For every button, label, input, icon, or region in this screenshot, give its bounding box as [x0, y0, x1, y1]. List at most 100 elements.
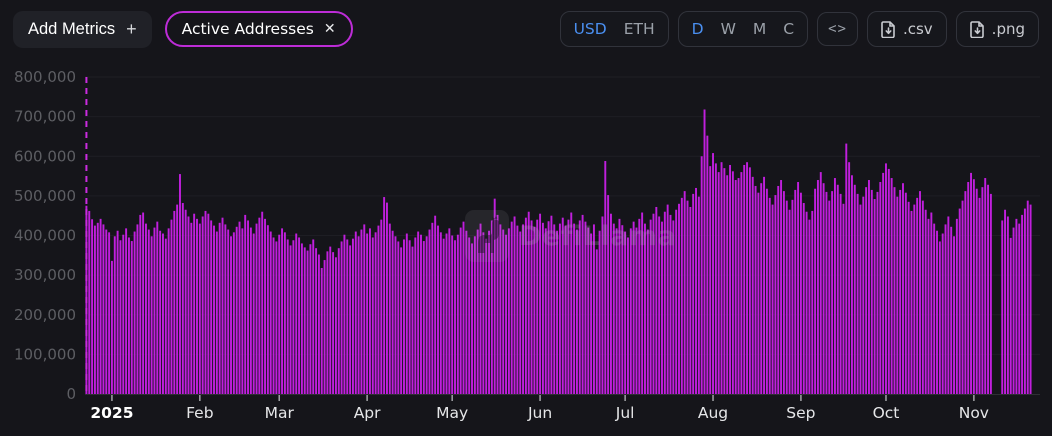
bar[interactable]	[463, 222, 465, 394]
bar[interactable]	[446, 234, 448, 394]
bar[interactable]	[358, 236, 360, 394]
bar[interactable]	[315, 248, 317, 394]
bar[interactable]	[862, 197, 864, 394]
bar[interactable]	[460, 228, 462, 394]
bar[interactable]	[122, 235, 124, 394]
interval-monthly-button[interactable]: M	[753, 20, 766, 38]
currency-usd-button[interactable]: USD	[574, 20, 607, 38]
embed-button[interactable]: <>	[817, 12, 858, 46]
bar[interactable]	[587, 228, 589, 394]
bar[interactable]	[159, 231, 161, 394]
bar[interactable]	[834, 178, 836, 394]
bar[interactable]	[803, 203, 805, 394]
bar[interactable]	[584, 222, 586, 394]
bar[interactable]	[474, 236, 476, 394]
bar[interactable]	[423, 241, 425, 394]
bar[interactable]	[752, 177, 754, 394]
bar[interactable]	[658, 216, 660, 394]
bar[interactable]	[471, 243, 473, 394]
currency-eth-button[interactable]: ETH	[624, 20, 655, 38]
bar[interactable]	[139, 215, 141, 394]
bar[interactable]	[811, 211, 813, 394]
bar[interactable]	[219, 223, 221, 394]
bar[interactable]	[987, 185, 989, 394]
bar[interactable]	[380, 220, 382, 394]
bar[interactable]	[531, 220, 533, 394]
bar[interactable]	[395, 236, 397, 394]
bar[interactable]	[477, 230, 479, 394]
bar[interactable]	[925, 210, 927, 394]
bar[interactable]	[230, 236, 232, 394]
bar[interactable]	[227, 230, 229, 394]
bar[interactable]	[823, 183, 825, 394]
bar[interactable]	[494, 199, 496, 394]
bar[interactable]	[363, 224, 365, 394]
bar[interactable]	[780, 180, 782, 394]
bar[interactable]	[919, 191, 921, 394]
bar[interactable]	[213, 226, 215, 394]
bar[interactable]	[618, 219, 620, 394]
bar[interactable]	[959, 209, 961, 394]
bar[interactable]	[284, 232, 286, 394]
bar[interactable]	[738, 178, 740, 394]
bar[interactable]	[871, 190, 873, 394]
bar[interactable]	[412, 247, 414, 394]
bar[interactable]	[916, 198, 918, 394]
bar[interactable]	[386, 203, 388, 394]
bar[interactable]	[831, 191, 833, 394]
bar[interactable]	[508, 228, 510, 394]
bar[interactable]	[613, 224, 615, 394]
bar[interactable]	[670, 215, 672, 394]
bar[interactable]	[593, 224, 595, 394]
bar[interactable]	[879, 182, 881, 394]
bar[interactable]	[749, 167, 751, 394]
bar[interactable]	[746, 162, 748, 394]
bar[interactable]	[281, 228, 283, 394]
bar[interactable]	[443, 239, 445, 394]
bar[interactable]	[190, 223, 192, 394]
bar[interactable]	[100, 219, 102, 394]
bar[interactable]	[797, 182, 799, 394]
bar[interactable]	[630, 228, 632, 394]
bar[interactable]	[650, 220, 652, 394]
bar[interactable]	[633, 222, 635, 394]
bar[interactable]	[88, 211, 90, 394]
bar[interactable]	[573, 224, 575, 394]
bar[interactable]	[964, 191, 966, 394]
bar[interactable]	[913, 205, 915, 394]
bar[interactable]	[298, 237, 300, 394]
bar[interactable]	[902, 183, 904, 394]
bar[interactable]	[256, 224, 258, 394]
bar[interactable]	[973, 179, 975, 394]
bar[interactable]	[324, 260, 326, 394]
bar[interactable]	[273, 237, 275, 394]
bar[interactable]	[440, 232, 442, 394]
bar[interactable]	[854, 185, 856, 394]
bar[interactable]	[678, 204, 680, 394]
bar[interactable]	[928, 219, 930, 394]
bar[interactable]	[627, 237, 629, 394]
bar[interactable]	[763, 177, 765, 394]
bar[interactable]	[105, 230, 107, 394]
bar[interactable]	[514, 216, 516, 394]
bar[interactable]	[485, 239, 487, 394]
bar[interactable]	[979, 198, 981, 394]
bar[interactable]	[199, 224, 201, 394]
bar[interactable]	[151, 236, 153, 394]
bar[interactable]	[309, 244, 311, 394]
bar[interactable]	[117, 231, 119, 394]
metric-pill-active-addresses[interactable]: Active Addresses ✕	[165, 11, 353, 47]
bar[interactable]	[372, 237, 374, 394]
bar[interactable]	[956, 219, 958, 394]
bar[interactable]	[304, 247, 306, 394]
bar[interactable]	[601, 216, 603, 394]
bar[interactable]	[794, 190, 796, 394]
bar[interactable]	[698, 197, 700, 394]
bar[interactable]	[990, 194, 992, 394]
bar[interactable]	[431, 223, 433, 394]
bar[interactable]	[548, 221, 550, 394]
bar[interactable]	[610, 214, 612, 394]
bar[interactable]	[885, 163, 887, 394]
bar[interactable]	[366, 234, 368, 394]
bar[interactable]	[888, 169, 890, 394]
